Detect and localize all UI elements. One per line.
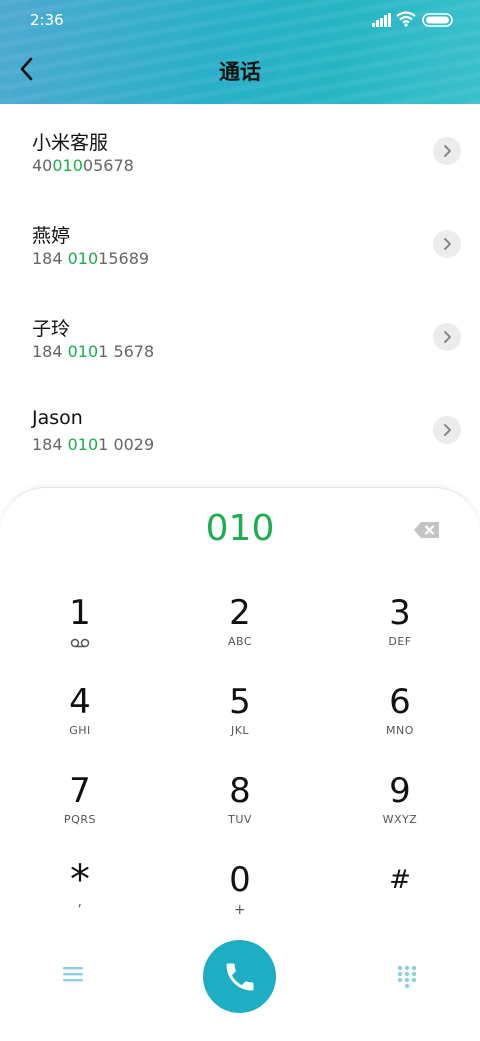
chevron-right-icon — [444, 424, 451, 436]
key-2[interactable]: 2 ABC — [180, 593, 300, 673]
key-9[interactable]: 9 WXYZ — [340, 771, 460, 851]
menu-icon[interactable] — [62, 964, 84, 984]
chevron-right-icon — [444, 331, 451, 343]
contact-list: 小米客服 4001005678 燕婷 184 01015689 子玲 184 0… — [0, 104, 480, 476]
chevron-right-icon — [444, 238, 451, 250]
battery-icon — [422, 13, 453, 27]
contact-row[interactable]: 子玲 184 0101 5678 — [0, 290, 480, 383]
signal-icon — [372, 13, 391, 27]
contact-name: 小米客服 — [32, 132, 109, 154]
contact-name: 子玲 — [32, 318, 71, 340]
status-bar: 2:36 — [0, 0, 480, 40]
contact-row[interactable]: 燕婷 184 01015689 — [0, 197, 480, 290]
call-button[interactable] — [203, 940, 276, 1013]
contact-detail-button[interactable] — [433, 137, 461, 165]
key-hash[interactable]: # — [340, 860, 460, 940]
contact-name: 燕婷 — [32, 225, 71, 247]
status-time: 2:36 — [30, 11, 64, 29]
key-1[interactable]: 1 — [20, 593, 140, 673]
header: 2:36 通话 — [0, 0, 480, 104]
contact-name: Jason — [32, 407, 83, 429]
voicemail-icon — [70, 638, 90, 648]
dialpad-icon[interactable] — [396, 964, 418, 990]
backspace-icon[interactable] — [413, 520, 441, 540]
key-7[interactable]: 7 PQRS — [20, 771, 140, 851]
contact-number: 4001005678 — [32, 156, 134, 175]
call-icon — [226, 963, 254, 991]
page-title: 通话 — [219, 60, 261, 84]
contact-row[interactable]: 小米客服 4001005678 — [0, 104, 480, 197]
contact-detail-button[interactable] — [433, 230, 461, 258]
chevron-right-icon — [444, 145, 451, 157]
contact-detail-button[interactable] — [433, 323, 461, 351]
key-0[interactable]: 0 + — [180, 860, 300, 940]
key-3[interactable]: 3 DEF — [340, 593, 460, 673]
contact-number: 184 01015689 — [32, 249, 150, 268]
wifi-icon — [396, 11, 416, 27]
dialed-number: 010 — [205, 508, 275, 549]
key-5[interactable]: 5 JKL — [180, 682, 300, 762]
key-6[interactable]: 6 MNO — [340, 682, 460, 762]
contact-number: 184 0101 0029 — [32, 435, 155, 454]
contact-number: 184 0101 5678 — [32, 342, 155, 361]
contact-detail-button[interactable] — [433, 416, 461, 444]
key-star[interactable]: * , — [20, 860, 140, 940]
key-4[interactable]: 4 GHI — [20, 682, 140, 762]
dialpad-panel: 010 1 2 ABC 3 DEF 4 GHI 5 JKL 6 MNO 7 PQ… — [0, 487, 480, 1041]
key-8[interactable]: 8 TUV — [180, 771, 300, 851]
contact-row[interactable]: Jason 184 0101 0029 — [0, 383, 480, 476]
